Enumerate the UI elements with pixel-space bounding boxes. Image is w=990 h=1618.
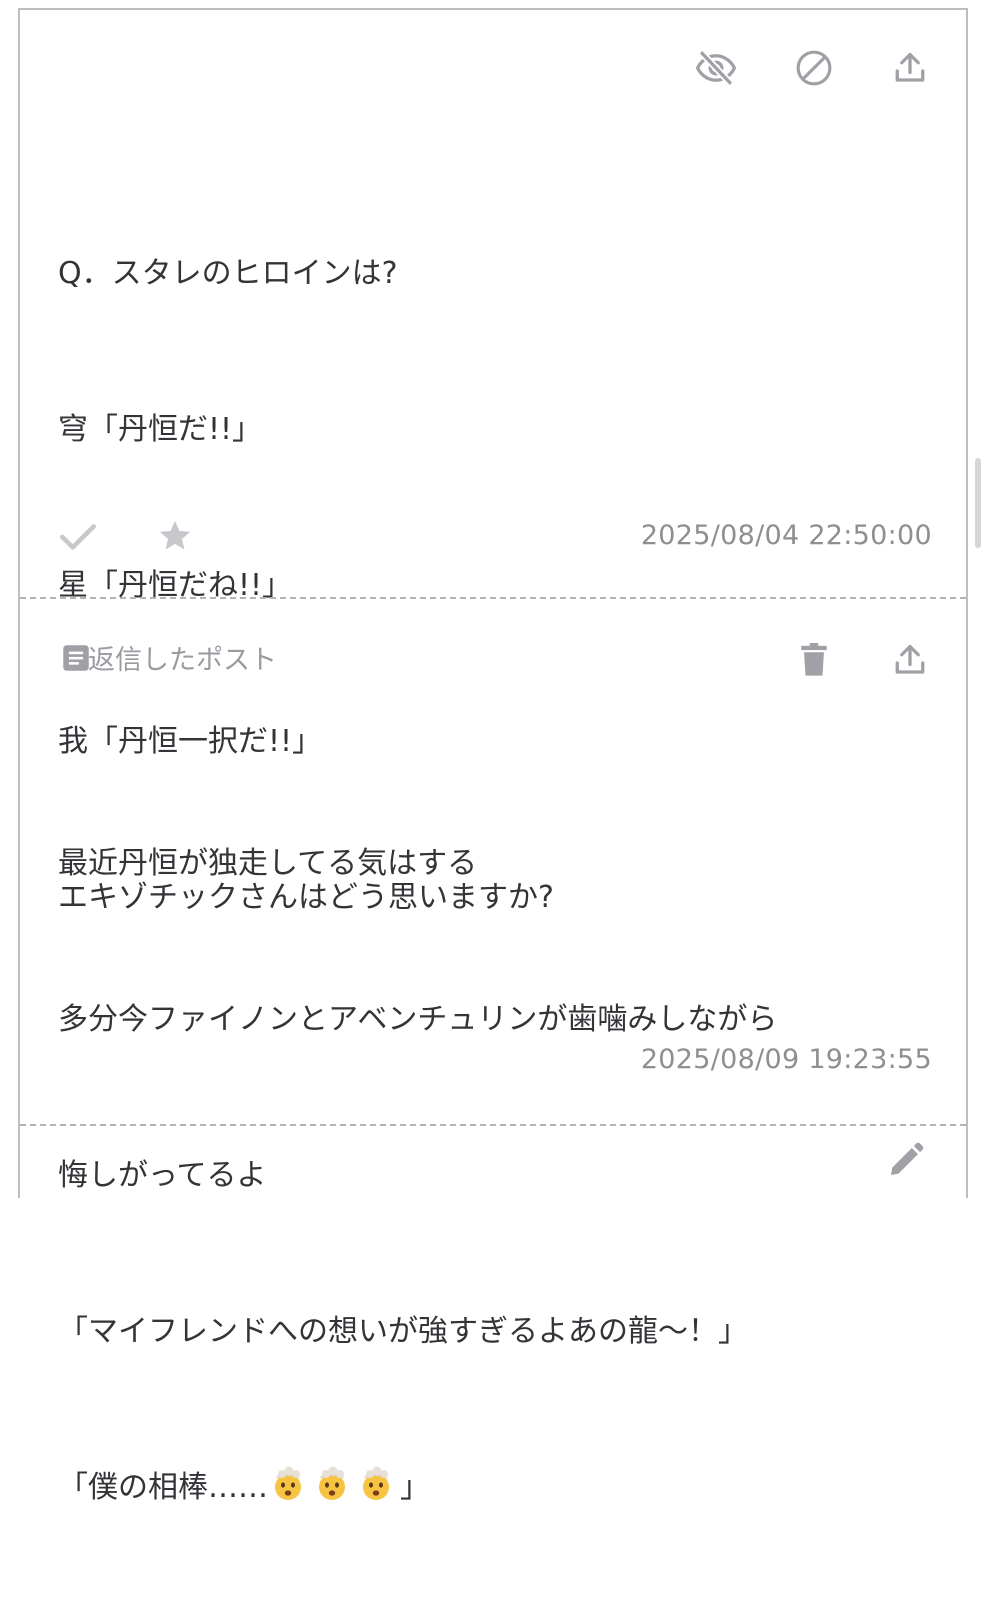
star-icon: [159, 520, 191, 550]
reply-line: 多分今ファイノンとアベンチュリンが歯噛みしながら: [58, 1002, 778, 1037]
share-icon: [895, 52, 925, 82]
scrollbar-thumb[interactable]: [975, 458, 981, 548]
compose-button[interactable]: [882, 1136, 930, 1184]
hide-button[interactable]: [692, 44, 740, 92]
post-line: Q．スタレのヒロインは?: [58, 256, 398, 291]
mark-answered-button[interactable]: [54, 512, 102, 560]
reply-line-prefix: 「僕の相棒……: [58, 1470, 268, 1505]
exploding-head-emoji: 🤯: [319, 1466, 345, 1500]
reply-line: 最近丹恒が独走してる気はする: [58, 846, 478, 881]
reply-post-card: 最近丹恒が独走してる気はする 多分今ファイノンとアベンチュリンが歯噛みしながら …: [20, 600, 966, 1505]
exploding-head-emoji: 🤯: [363, 1466, 389, 1500]
reply-divider: [20, 1124, 966, 1126]
pencil-icon: [891, 1142, 924, 1175]
reply-line: 悔しがってるよ: [58, 1158, 267, 1193]
share-button[interactable]: [886, 44, 934, 92]
eye-off-icon: [695, 49, 737, 87]
reply-share-button[interactable]: [886, 636, 934, 684]
reply-line-last: 「僕の相棒……🤯🤯🤯」: [58, 1462, 777, 1514]
question-post-card: Q．スタレのヒロインは? 穹「丹恒だ!!」 星「丹恒だね!!」 我「丹恒一択だ!…: [20, 10, 966, 915]
favorite-button[interactable]: [151, 512, 199, 560]
exploding-head-emoji-row: 🤯 🤯 🤯: [268, 1466, 400, 1505]
reply-post-body: 最近丹恒が独走してる気はする 多分今ファイノンとアベンチュリンが歯噛みしながら …: [58, 734, 777, 1618]
reply-section-label: 返信したポスト: [88, 645, 277, 676]
post-timestamp: 2025/08/04 22:50:00: [640, 520, 932, 551]
block-icon: [796, 50, 832, 86]
post-divider: [20, 597, 966, 599]
reply-line: 「マイフレンドへの想いが強すぎるよあの龍〜！」: [58, 1314, 748, 1349]
trash-icon: [801, 643, 827, 676]
reply-timestamp: 2025/08/09 19:23:55: [640, 1044, 932, 1075]
share-icon: [895, 644, 925, 674]
block-button[interactable]: [790, 44, 838, 92]
post-line: 穹「丹恒だ!!」: [58, 412, 263, 447]
reply-line-suffix: 」: [400, 1470, 430, 1505]
check-icon: [59, 524, 97, 550]
delete-button[interactable]: [790, 636, 838, 684]
exploding-head-emoji: 🤯: [275, 1466, 301, 1500]
